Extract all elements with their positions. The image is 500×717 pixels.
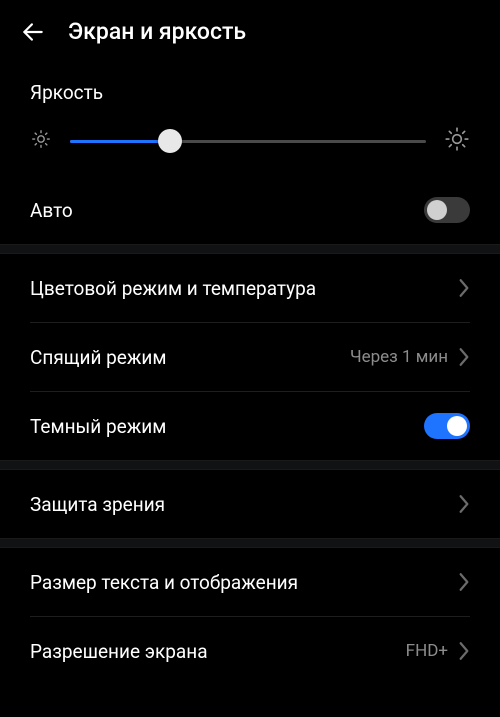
toggle-knob [427,200,447,220]
eye-comfort-label: Защита зрения [30,493,165,516]
brightness-slider-row [0,106,500,176]
brightness-low-icon [30,128,52,154]
brightness-label: Яркость [0,63,500,106]
resolution-label: Разрешение экрана [30,640,208,663]
chevron-right-icon [458,494,470,514]
slider-thumb[interactable] [158,129,182,153]
chevron-right-icon [458,572,470,592]
chevron-right-icon [458,641,470,661]
color-mode-row[interactable]: Цветовой режим и температура [0,254,500,322]
arrow-left-icon [20,19,46,45]
sleep-label: Спящий режим [30,346,167,369]
brightness-slider[interactable] [70,129,426,153]
text-size-row[interactable]: Размер текста и отображения [0,548,500,616]
page-title: Экран и яркость [68,18,246,45]
brightness-section: Яркость [0,63,500,244]
chevron-right-icon [458,278,470,298]
color-mode-label: Цветовой режим и температура [30,277,316,300]
text-size-label: Размер текста и отображения [30,571,298,594]
dark-mode-row[interactable]: Темный режим [0,392,500,460]
header: Экран и яркость [0,0,500,63]
dark-mode-label: Темный режим [30,415,166,438]
brightness-high-icon [444,126,470,156]
back-button[interactable] [20,19,46,45]
toggle-knob [447,416,467,436]
resolution-row[interactable]: Разрешение экрана FHD+ [0,617,500,685]
auto-brightness-row[interactable]: Авто [0,176,500,244]
auto-brightness-label: Авто [30,199,73,222]
section-divider [0,460,500,470]
settings-screen: Экран и яркость Яркость [0,0,500,717]
section-divider [0,244,500,254]
sleep-row[interactable]: Спящий режим Через 1 мин [0,323,500,391]
sleep-value: Через 1 мин [350,347,448,367]
dark-mode-toggle[interactable] [424,413,470,439]
section-divider [0,538,500,548]
resolution-value: FHD+ [406,641,448,661]
slider-fill [70,140,170,143]
eye-comfort-row[interactable]: Защита зрения [0,470,500,538]
auto-brightness-toggle[interactable] [424,197,470,223]
chevron-right-icon [458,347,470,367]
